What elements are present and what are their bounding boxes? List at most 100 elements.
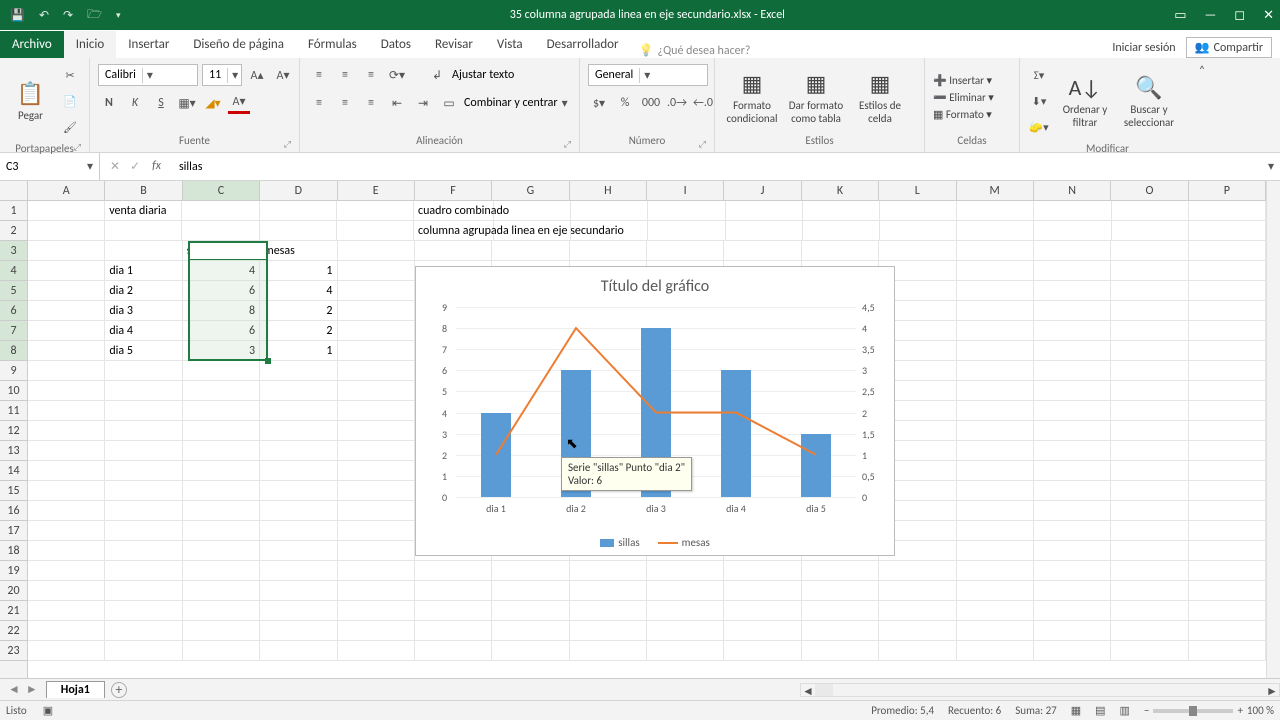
cell-H19[interactable] xyxy=(570,561,647,581)
view-normal-icon[interactable]: ▦ xyxy=(1071,704,1081,717)
align-middle-icon[interactable]: ≡ xyxy=(334,64,356,86)
row-header-4[interactable]: 4 xyxy=(0,261,27,281)
cell-B6[interactable]: dia 3 xyxy=(105,301,182,321)
cell-N16[interactable] xyxy=(1034,501,1111,521)
sheet-tab-hoja1[interactable]: Hoja1 xyxy=(46,681,105,698)
cell-B17[interactable] xyxy=(105,521,182,541)
cond-format-button[interactable]: ▦Formato condicional xyxy=(723,70,781,125)
chart-legend[interactable]: sillas mesas xyxy=(416,536,894,549)
cell-P8[interactable] xyxy=(1189,341,1266,361)
cell-E17[interactable] xyxy=(338,521,415,541)
cell-G22[interactable] xyxy=(492,621,569,641)
paste-button[interactable]: 📋Pegar xyxy=(8,80,53,122)
cancel-formula-icon[interactable]: ✕ xyxy=(110,159,120,174)
cell-N14[interactable] xyxy=(1034,461,1111,481)
row-header-21[interactable]: 21 xyxy=(0,601,27,621)
cell-J3[interactable] xyxy=(724,241,801,261)
cell-K19[interactable] xyxy=(802,561,879,581)
cell-J2[interactable] xyxy=(726,221,803,241)
tab-file[interactable]: Archivo xyxy=(0,31,64,58)
cell-I20[interactable] xyxy=(647,581,724,601)
cell-B19[interactable] xyxy=(105,561,182,581)
cell-B7[interactable]: dia 4 xyxy=(105,321,182,341)
col-header-G[interactable]: G xyxy=(492,181,569,200)
cell-E16[interactable] xyxy=(338,501,415,521)
cell-P10[interactable] xyxy=(1189,381,1266,401)
cell-B13[interactable] xyxy=(105,441,182,461)
align-top-icon[interactable]: ≡ xyxy=(308,64,330,86)
cell-D5[interactable]: 4 xyxy=(260,281,337,301)
cell-E23[interactable] xyxy=(338,641,415,661)
cell-B5[interactable]: dia 2 xyxy=(105,281,182,301)
cell-B18[interactable] xyxy=(105,541,182,561)
cell-D17[interactable] xyxy=(260,521,337,541)
cell-D22[interactable] xyxy=(260,621,337,641)
cell-O2[interactable] xyxy=(1112,221,1189,241)
cell-P22[interactable] xyxy=(1189,621,1266,641)
tab-insertar[interactable]: Insertar xyxy=(116,31,181,58)
cell-M11[interactable] xyxy=(957,401,1034,421)
cell-O19[interactable] xyxy=(1111,561,1188,581)
cell-B4[interactable]: dia 1 xyxy=(105,261,182,281)
cell-E4[interactable] xyxy=(338,261,415,281)
cell-D2[interactable] xyxy=(260,221,337,241)
col-header-K[interactable]: K xyxy=(802,181,879,200)
cell-F2[interactable]: columna agrupada linea en eje secundario xyxy=(414,221,494,241)
cell-K22[interactable] xyxy=(802,621,879,641)
cell-P21[interactable] xyxy=(1189,601,1266,621)
format-cell-button[interactable]: ▦ Formato ▾ xyxy=(933,108,994,121)
cell-K3[interactable] xyxy=(802,241,879,261)
cell-D15[interactable] xyxy=(260,481,337,501)
copy-icon[interactable]: 📄 xyxy=(59,90,81,112)
cell-A21[interactable] xyxy=(28,601,105,621)
cell-P20[interactable] xyxy=(1189,581,1266,601)
col-header-C[interactable]: C xyxy=(183,181,260,200)
cell-H2[interactable] xyxy=(571,221,648,241)
cell-D23[interactable] xyxy=(260,641,337,661)
inc-decimal-icon[interactable]: .0→ xyxy=(666,92,688,114)
cell-M23[interactable] xyxy=(957,641,1034,661)
italic-button[interactable]: K xyxy=(124,92,146,114)
cell-N11[interactable] xyxy=(1034,401,1111,421)
cell-F20[interactable] xyxy=(415,581,492,601)
fx-icon[interactable]: fx xyxy=(152,159,161,174)
cell-A6[interactable] xyxy=(28,301,105,321)
row-header-9[interactable]: 9 xyxy=(0,361,27,381)
cell-O1[interactable] xyxy=(1112,201,1189,221)
decrease-font-icon[interactable]: A▾ xyxy=(272,64,294,86)
cell-C11[interactable] xyxy=(183,401,260,421)
font-name-combo[interactable]: Calibri▾ xyxy=(98,64,198,86)
cell-D3[interactable]: mesas xyxy=(260,241,337,261)
merge-icon[interactable]: ▭ xyxy=(438,92,460,114)
tab-datos[interactable]: Datos xyxy=(369,31,423,58)
fill-color-button[interactable]: ◢▾ xyxy=(202,92,224,114)
number-format-combo[interactable]: General▾ xyxy=(588,64,708,86)
cell-J20[interactable] xyxy=(724,581,801,601)
row-header-1[interactable]: 1 xyxy=(0,201,27,221)
align-left-icon[interactable]: ≡ xyxy=(308,92,330,114)
add-sheet-button[interactable]: + xyxy=(111,682,127,698)
col-header-M[interactable]: M xyxy=(957,181,1034,200)
expand-formula-icon[interactable]: ▾ xyxy=(1262,159,1280,174)
cell-O3[interactable] xyxy=(1111,241,1188,261)
align-center-icon[interactable]: ≡ xyxy=(334,92,356,114)
cell-N10[interactable] xyxy=(1034,381,1111,401)
cell-N18[interactable] xyxy=(1034,541,1111,561)
row-header-16[interactable]: 16 xyxy=(0,501,27,521)
row-header-15[interactable]: 15 xyxy=(0,481,27,501)
cell-D10[interactable] xyxy=(260,381,337,401)
font-color-button[interactable]: A▾ xyxy=(228,92,250,114)
cell-J22[interactable] xyxy=(724,621,801,641)
cell-F19[interactable] xyxy=(415,561,492,581)
clear-icon[interactable]: 🧽▾ xyxy=(1028,116,1050,138)
cell-P1[interactable] xyxy=(1189,201,1266,221)
accept-formula-icon[interactable]: ✓ xyxy=(130,159,140,174)
cell-D19[interactable] xyxy=(260,561,337,581)
cell-E20[interactable] xyxy=(338,581,415,601)
tell-me[interactable]: ¿Qué desea hacer? xyxy=(639,43,751,58)
cell-B23[interactable] xyxy=(105,641,182,661)
autosum-icon[interactable]: Σ▾ xyxy=(1028,64,1050,86)
cell-A17[interactable] xyxy=(28,521,105,541)
row-header-7[interactable]: 7 xyxy=(0,321,27,341)
cell-L22[interactable] xyxy=(879,621,956,641)
